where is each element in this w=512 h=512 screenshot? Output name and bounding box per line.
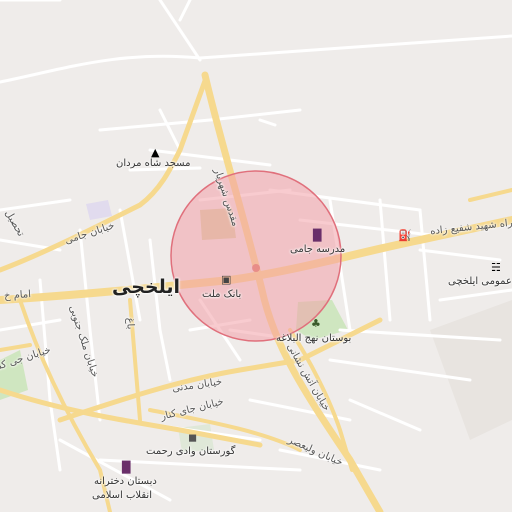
fuel-icon[interactable]: ⛽ xyxy=(398,230,412,241)
street-label-imam: امام خ xyxy=(3,289,32,302)
poi-girls-school-line2[interactable]: انقلاب اسلامی xyxy=(92,490,152,501)
poi-mosque[interactable]: مسجد شاه مردان xyxy=(116,158,190,169)
library-icon[interactable]: ☵ xyxy=(491,262,501,273)
poi-bank-mellat[interactable]: بانک ملت xyxy=(202,289,241,300)
school-icon[interactable]: █ xyxy=(313,230,321,241)
map-view[interactable]: ایلخچی راه شهید شفیع زاده مقدس شهریار خی… xyxy=(0,0,512,512)
school-icon-2[interactable]: █ xyxy=(122,462,130,473)
park-icon[interactable]: ♣ xyxy=(311,318,321,329)
highlight-circle xyxy=(170,170,342,342)
poi-nahj-park[interactable]: بوستان نهج البلاغه xyxy=(276,333,351,344)
cemetery-icon[interactable]: ◼ xyxy=(188,432,197,443)
city-label[interactable]: ایلخچی xyxy=(112,276,180,298)
poi-cemetery[interactable]: گورستان وادی رحمت xyxy=(146,446,235,457)
mosque-icon[interactable]: ▲ xyxy=(151,147,159,158)
poi-public-library[interactable]: عمومی ایلخچی xyxy=(448,276,512,287)
poi-girls-school-line1[interactable]: دبستان دخترانه xyxy=(94,476,157,487)
map-canvas[interactable] xyxy=(0,0,512,512)
street-label-bagh: باغ xyxy=(124,317,136,330)
poi-jami-school[interactable]: مدرسه جامی xyxy=(290,244,345,255)
bank-icon[interactable]: ▣ xyxy=(221,274,231,285)
